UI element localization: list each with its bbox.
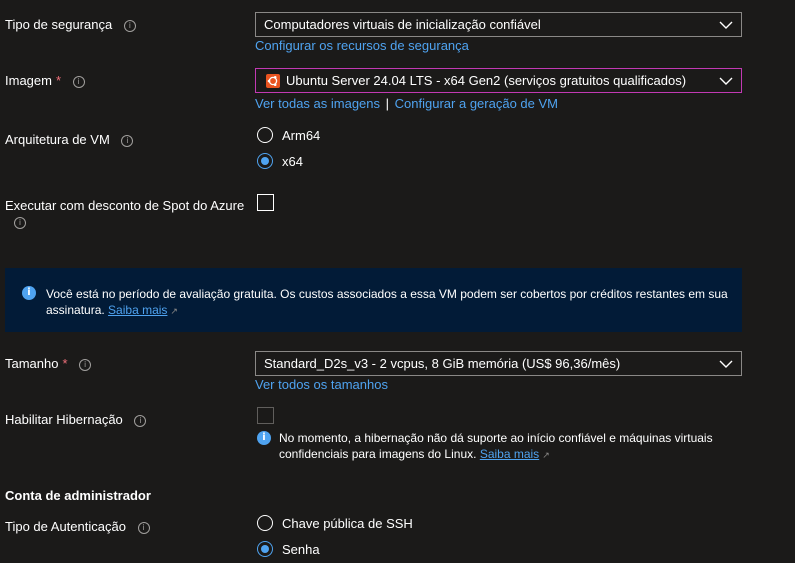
radio-x64-label[interactable]: x64: [282, 154, 303, 169]
trial-info-banner: i Você está no período de avaliação grat…: [5, 268, 742, 332]
link-separator: |: [385, 96, 390, 111]
security-type-label: Tipo de segurança i: [5, 17, 136, 32]
chevron-down-icon: [719, 77, 733, 85]
info-icon[interactable]: i: [121, 134, 134, 147]
radio-ssh-public-key-label[interactable]: Chave pública de SSH: [282, 516, 413, 531]
security-type-select[interactable]: Computadores virtuais de inicialização c…: [255, 12, 742, 37]
info-icon[interactable]: i: [137, 521, 150, 534]
configure-security-link[interactable]: Configurar os recursos de segurança: [255, 38, 469, 53]
auth-type-label: Tipo de Autenticação i: [5, 519, 150, 534]
required-marker: *: [62, 356, 68, 371]
external-link-icon: ↗: [170, 306, 178, 316]
info-icon[interactable]: i: [72, 75, 85, 88]
chevron-down-icon: [719, 21, 733, 29]
info-icon[interactable]: i: [123, 19, 136, 32]
radio-password-label[interactable]: Senha: [282, 542, 320, 557]
required-marker: *: [55, 73, 62, 88]
spot-checkbox[interactable]: [257, 194, 274, 211]
architecture-label: Arquitetura de VM i: [5, 132, 134, 147]
size-label: Tamanho * i: [5, 356, 92, 371]
see-all-sizes-link[interactable]: Ver todos os tamanhos: [255, 377, 388, 392]
radio-password[interactable]: [257, 541, 273, 557]
image-select[interactable]: Ubuntu Server 24.04 LTS - x64 Gen2 (serv…: [255, 68, 742, 93]
radio-x64[interactable]: [257, 153, 273, 169]
size-select[interactable]: Standard_D2s_v3 - 2 vcpus, 8 GiB memória…: [255, 351, 742, 376]
see-all-images-link[interactable]: Ver todas as imagens: [255, 96, 380, 111]
image-links: Ver todas as imagens | Configurar a gera…: [255, 96, 558, 111]
info-filled-icon: i: [22, 286, 36, 300]
radio-ssh-public-key[interactable]: [257, 515, 273, 531]
trial-text-continued: assinatura.: [46, 303, 105, 317]
hibernation-note: No momento, a hibernação não dá suporte …: [279, 431, 713, 461]
info-filled-icon: i: [257, 431, 271, 445]
radio-arm64-label[interactable]: Arm64: [282, 128, 320, 143]
chevron-down-icon: [719, 360, 733, 368]
ubuntu-icon: [266, 74, 280, 88]
hibernation-label: Habilitar Hibernação i: [5, 412, 147, 427]
hibernation-checkbox[interactable]: [257, 407, 274, 424]
admin-account-heading: Conta de administrador: [5, 488, 151, 503]
radio-arm64[interactable]: [257, 127, 273, 143]
configure-vm-generation-link[interactable]: Configurar a geração de VM: [395, 96, 558, 111]
info-icon[interactable]: i: [79, 358, 92, 371]
info-icon[interactable]: i: [14, 217, 26, 229]
spot-label: Executar com desconto de Spot do Azure: [5, 198, 245, 213]
trial-text: Você está no período de avaliação gratui…: [46, 287, 728, 301]
external-link-icon: ↗: [542, 450, 550, 460]
trial-learn-more-link[interactable]: Saiba mais: [108, 303, 167, 317]
info-icon[interactable]: i: [134, 414, 147, 427]
hibernation-learn-more-link[interactable]: Saiba mais: [480, 447, 539, 461]
image-label: Imagem * i: [5, 73, 85, 88]
